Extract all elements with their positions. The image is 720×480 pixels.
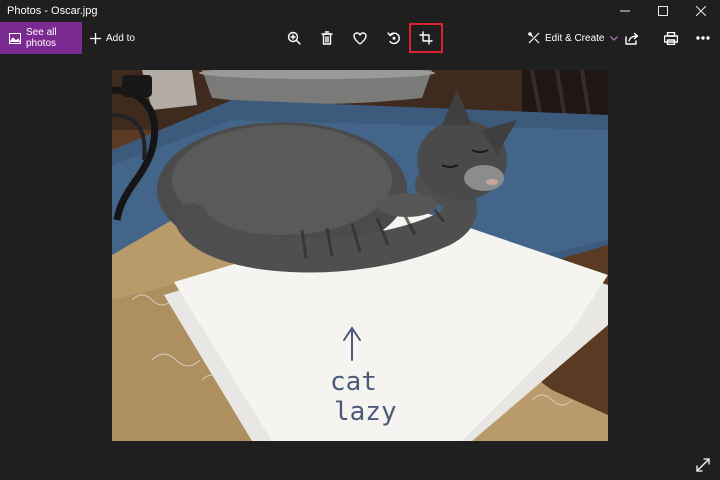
- more-options-button[interactable]: [686, 22, 720, 54]
- photo-note-line-1: cat: [330, 367, 377, 397]
- edit-create-button[interactable]: Edit & Create: [528, 22, 619, 54]
- add-to-label: Add to: [106, 32, 135, 44]
- photo-note-line-2: lazy: [334, 397, 397, 427]
- minimize-icon: [620, 10, 630, 12]
- share-button[interactable]: [615, 22, 649, 54]
- print-button[interactable]: [654, 22, 688, 54]
- add-to-button[interactable]: Add to: [90, 22, 135, 54]
- photo-gallery-icon: [9, 32, 21, 44]
- window-title: Photos - Oscar.jpg: [7, 5, 98, 17]
- trash-icon: [321, 31, 333, 45]
- share-icon: [625, 32, 639, 45]
- full-screen-button[interactable]: [692, 454, 714, 476]
- close-icon: [696, 6, 706, 16]
- edit-create-icon: [528, 32, 540, 44]
- crop-button[interactable]: [409, 23, 443, 53]
- edit-create-label: Edit & Create: [545, 32, 605, 44]
- rotate-icon: [387, 32, 400, 45]
- photos-window: Photos - Oscar.jpg See all photos Add to…: [0, 0, 720, 480]
- minimize-button[interactable]: [606, 0, 644, 22]
- more-icon: [696, 36, 710, 40]
- see-all-photos-button[interactable]: See all photos: [0, 22, 82, 54]
- plus-icon: [90, 32, 101, 44]
- crop-icon: [419, 31, 433, 45]
- zoom-in-icon: [287, 31, 301, 45]
- favorite-button[interactable]: [343, 22, 377, 54]
- title-bar: Photos - Oscar.jpg: [0, 0, 720, 22]
- photo-image[interactable]: cat lazy: [112, 70, 608, 441]
- expand-icon: [696, 458, 710, 472]
- maximize-button[interactable]: [644, 0, 682, 22]
- see-all-photos-label: See all photos: [26, 27, 57, 49]
- close-button[interactable]: [682, 0, 720, 22]
- maximize-icon: [658, 6, 668, 16]
- printer-icon: [664, 31, 678, 45]
- rotate-button[interactable]: [377, 22, 411, 54]
- delete-button[interactable]: [310, 22, 344, 54]
- heart-icon: [353, 31, 367, 45]
- toolbar: See all photos Add to Edit & Create: [0, 22, 720, 54]
- zoom-button[interactable]: [277, 22, 311, 54]
